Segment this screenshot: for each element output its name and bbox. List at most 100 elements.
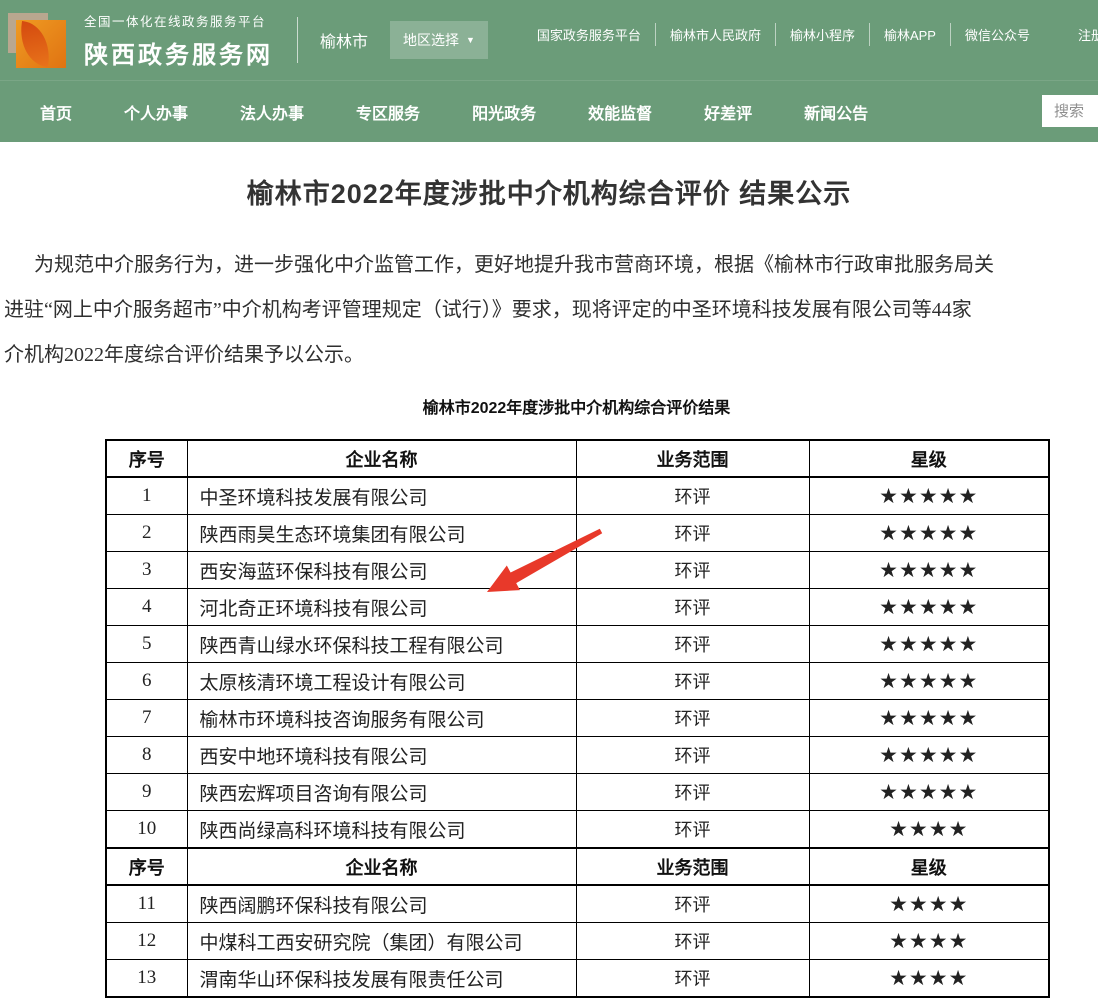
table-row: 6太原核清环境工程设计有限公司环评★★★★★ — [106, 663, 1049, 700]
table-header-row: 序号企业名称业务范围星级 — [106, 440, 1049, 477]
link-app[interactable]: 榆林APP — [869, 23, 950, 46]
table-caption: 榆林市2022年度涉批中介机构综合评价结果 — [105, 394, 1048, 418]
brand-text: 全国一体化在线政务服务平台 陕西政务服务网 — [84, 11, 273, 70]
results-table-body: 序号企业名称业务范围星级1中圣环境科技发展有限公司环评★★★★★2陕西雨昊生态环… — [106, 440, 1049, 997]
page-title: 榆林市2022年度涉批中介机构综合评价 结果公示 — [0, 172, 1098, 211]
row-seq: 6 — [106, 663, 187, 700]
header-divider — [297, 17, 298, 63]
company-name: 陕西雨昊生态环境集团有限公司 — [187, 515, 576, 552]
business-scope: 环评 — [576, 885, 809, 923]
star-rating: ★★★★ — [809, 885, 1049, 923]
row-seq: 2 — [106, 515, 187, 552]
row-seq: 3 — [106, 552, 187, 589]
notice-paragraph: 为规范中介服务行为，进一步强化中介监管工作，更好地提升我市营商环境，根据《榆林市… — [0, 243, 1098, 378]
register-link[interactable]: 注册 — [1078, 25, 1098, 44]
business-scope: 环评 — [576, 774, 809, 811]
business-scope: 环评 — [576, 811, 809, 849]
business-scope: 环评 — [576, 923, 809, 960]
business-scope: 环评 — [576, 663, 809, 700]
nav-item-supervision[interactable]: 效能监督 — [588, 100, 652, 124]
table-header-row: 序号企业名称业务范围星级 — [106, 848, 1049, 885]
table-row: 3西安海蓝环保科技有限公司环评★★★★★ — [106, 552, 1049, 589]
column-header: 企业名称 — [187, 440, 576, 477]
nav-item-home[interactable]: 首页 — [40, 100, 72, 124]
region-selector-label: 地区选择 — [403, 30, 459, 50]
business-scope: 环评 — [576, 515, 809, 552]
star-rating: ★★★★★ — [809, 700, 1049, 737]
table-row: 8西安中地环境科技有限公司环评★★★★★ — [106, 737, 1049, 774]
company-name: 陕西尚绿高科环境科技有限公司 — [187, 811, 576, 849]
chevron-down-icon: ▼ — [466, 36, 475, 45]
column-header: 业务范围 — [576, 440, 809, 477]
nav-item-news[interactable]: 新闻公告 — [804, 100, 868, 124]
star-rating: ★★★★★ — [809, 774, 1049, 811]
row-seq: 10 — [106, 811, 187, 849]
header-links: 国家政务服务平台 榆林市人民政府 榆林小程序 榆林APP 微信公众号 — [523, 23, 1044, 46]
star-rating: ★★★★★ — [809, 663, 1049, 700]
company-name: 西安中地环境科技有限公司 — [187, 737, 576, 774]
nav-item-zone-services[interactable]: 专区服务 — [356, 100, 420, 124]
nav-item-personal[interactable]: 个人办事 — [124, 100, 188, 124]
results-table: 序号企业名称业务范围星级1中圣环境科技发展有限公司环评★★★★★2陕西雨昊生态环… — [105, 439, 1050, 998]
business-scope: 环评 — [576, 552, 809, 589]
column-header: 企业名称 — [187, 848, 576, 885]
nav-item-legal[interactable]: 法人办事 — [240, 100, 304, 124]
business-scope: 环评 — [576, 477, 809, 515]
main-navbar: 首页 个人办事 法人办事 专区服务 阳光政务 效能监督 好差评 新闻公告 — [0, 80, 1098, 142]
business-scope: 环评 — [576, 626, 809, 663]
table-row: 12中煤科工西安研究院（集团）有限公司环评★★★★ — [106, 923, 1049, 960]
table-row: 11陕西阔鹏环保科技有限公司环评★★★★ — [106, 885, 1049, 923]
star-rating: ★★★★ — [809, 960, 1049, 998]
table-row: 7榆林市环境科技咨询服务有限公司环评★★★★★ — [106, 700, 1049, 737]
business-scope: 环评 — [576, 589, 809, 626]
column-header: 星级 — [809, 440, 1049, 477]
link-city-government[interactable]: 榆林市人民政府 — [655, 23, 775, 46]
column-header: 序号 — [106, 440, 187, 477]
company-name: 陕西青山绿水环保科技工程有限公司 — [187, 626, 576, 663]
company-name: 榆林市环境科技咨询服务有限公司 — [187, 700, 576, 737]
table-row: 2陕西雨昊生态环境集团有限公司环评★★★★★ — [106, 515, 1049, 552]
row-seq: 13 — [106, 960, 187, 998]
star-rating: ★★★★★ — [809, 737, 1049, 774]
star-rating: ★★★★★ — [809, 477, 1049, 515]
site-header: 全国一体化在线政务服务平台 陕西政务服务网 榆林市 地区选择 ▼ 国家政务服务平… — [0, 0, 1098, 80]
link-mini-program[interactable]: 榆林小程序 — [775, 23, 869, 46]
star-rating: ★★★★★ — [809, 552, 1049, 589]
table-row: 13渭南华山环保科技发展有限责任公司环评★★★★ — [106, 960, 1049, 998]
star-rating: ★★★★★ — [809, 589, 1049, 626]
link-wechat-account[interactable]: 微信公众号 — [950, 23, 1044, 46]
business-scope: 环评 — [576, 737, 809, 774]
platform-label: 全国一体化在线政务服务平台 — [84, 11, 273, 30]
row-seq: 11 — [106, 885, 187, 923]
company-name: 中煤科工西安研究院（集团）有限公司 — [187, 923, 576, 960]
nav-item-reviews[interactable]: 好差评 — [704, 100, 752, 124]
nav-item-transparency[interactable]: 阳光政务 — [472, 100, 536, 124]
star-rating: ★★★★★ — [809, 626, 1049, 663]
table-row: 9陕西宏辉项目咨询有限公司环评★★★★★ — [106, 774, 1049, 811]
table-row: 5陕西青山绿水环保科技工程有限公司环评★★★★★ — [106, 626, 1049, 663]
business-scope: 环评 — [576, 960, 809, 998]
business-scope: 环评 — [576, 700, 809, 737]
row-seq: 7 — [106, 700, 187, 737]
row-seq: 4 — [106, 589, 187, 626]
link-national-platform[interactable]: 国家政务服务平台 — [523, 23, 655, 46]
company-name: 太原核清环境工程设计有限公司 — [187, 663, 576, 700]
row-seq: 8 — [106, 737, 187, 774]
company-name: 中圣环境科技发展有限公司 — [187, 477, 576, 515]
site-name: 陕西政务服务网 — [84, 35, 273, 70]
current-city-label[interactable]: 榆林市 — [320, 28, 368, 52]
column-header: 序号 — [106, 848, 187, 885]
paragraph-line: 为规范中介服务行为，进一步强化中介监管工作，更好地提升我市营商环境，根据《榆林市… — [4, 243, 1098, 288]
row-seq: 9 — [106, 774, 187, 811]
star-rating: ★★★★ — [809, 923, 1049, 960]
company-name: 西安海蓝环保科技有限公司 — [187, 552, 576, 589]
search-input[interactable] — [1042, 95, 1098, 127]
column-header: 业务范围 — [576, 848, 809, 885]
star-rating: ★★★★★ — [809, 515, 1049, 552]
region-selector-button[interactable]: 地区选择 ▼ — [390, 21, 488, 59]
column-header: 星级 — [809, 848, 1049, 885]
row-seq: 1 — [106, 477, 187, 515]
article-content: 榆林市2022年度涉批中介机构综合评价 结果公示 为规范中介服务行为，进一步强化… — [0, 142, 1098, 998]
company-name: 陕西宏辉项目咨询有限公司 — [187, 774, 576, 811]
star-rating: ★★★★ — [809, 811, 1049, 849]
